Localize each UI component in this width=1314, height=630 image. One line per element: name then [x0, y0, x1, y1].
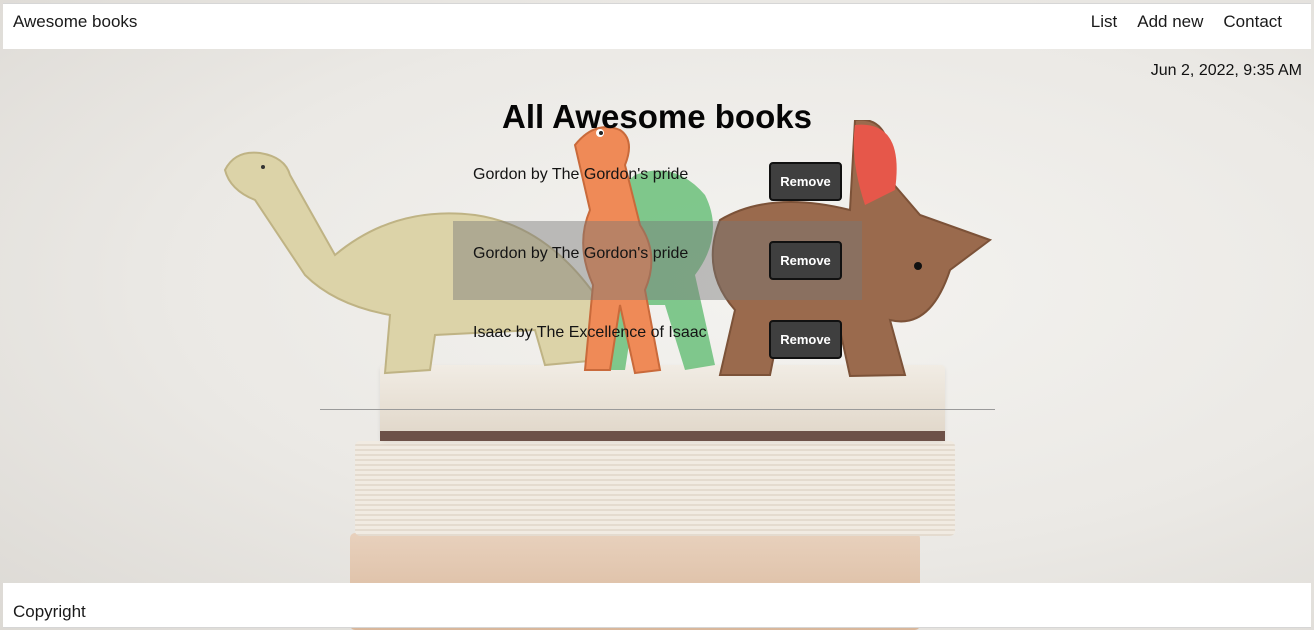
site-header: Awesome books List Add new Contact	[3, 3, 1311, 49]
book-title-author: Isaac by The Excellence of Isaac	[473, 324, 707, 341]
main-nav: List Add new Contact	[1091, 12, 1282, 32]
remove-book-button[interactable]: Remove	[769, 320, 842, 359]
copyright-text: Copyright	[13, 602, 86, 621]
current-datetime: Jun 2, 2022, 9:35 AM	[1150, 62, 1302, 79]
book-row: Gordon by The Gordon's pride Remove	[453, 221, 862, 300]
brand-logo-text: Awesome books	[13, 12, 138, 31]
site-footer: Copyright	[3, 583, 1311, 628]
book-list: Gordon by The Gordon's pride Remove Gord…	[453, 142, 862, 379]
nav-list-link[interactable]: List	[1091, 12, 1117, 32]
book-title-author: Gordon by The Gordon's pride	[473, 245, 689, 262]
remove-book-button[interactable]: Remove	[769, 162, 842, 201]
book-row: Gordon by The Gordon's pride Remove	[453, 142, 862, 221]
book-row: Isaac by The Excellence of Isaac Remove	[453, 300, 862, 379]
book-title-author: Gordon by The Gordon's pride	[473, 166, 689, 183]
list-divider	[320, 409, 995, 410]
remove-book-button[interactable]: Remove	[769, 241, 842, 280]
nav-contact-link[interactable]: Contact	[1223, 12, 1282, 32]
nav-add-new-link[interactable]: Add new	[1137, 12, 1203, 32]
page-title: All Awesome books	[502, 98, 812, 135]
